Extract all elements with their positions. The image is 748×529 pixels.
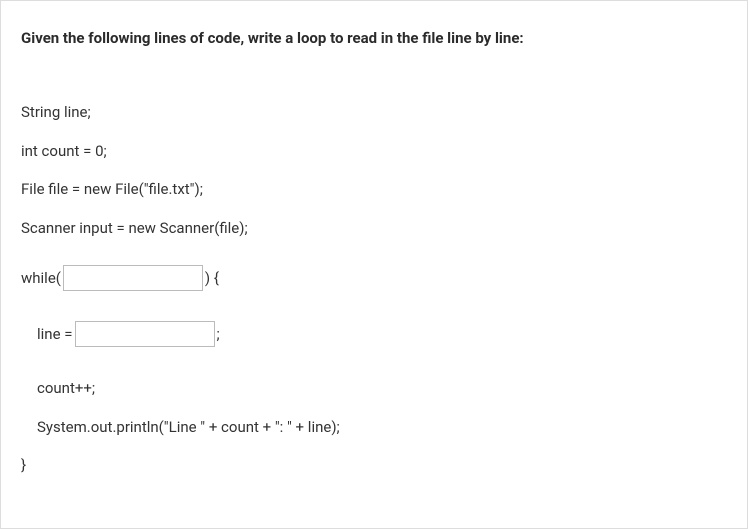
question-container: Given the following lines of code, write… <box>0 0 748 529</box>
blank-input-2[interactable] <box>75 321 215 347</box>
code-line-println: System.out.println("Line " + count + ": … <box>21 416 727 439</box>
code-line-3: File file = new File("file.txt"); <box>21 178 727 201</box>
assign-suffix: ; <box>217 323 220 346</box>
code-line-while: while( ) { <box>21 265 727 291</box>
code-line-close: } <box>21 454 727 477</box>
assign-prefix: line = <box>37 323 73 346</box>
code-line-count: count++; <box>21 377 727 400</box>
while-suffix: ) { <box>205 267 219 290</box>
code-line-1: String line; <box>21 101 727 124</box>
code-line-4: Scanner input = new Scanner(file); <box>21 217 727 240</box>
while-prefix: while( <box>21 267 61 290</box>
code-line-2: int count = 0; <box>21 140 727 163</box>
question-prompt: Given the following lines of code, write… <box>21 29 727 47</box>
blank-input-1[interactable] <box>63 265 203 291</box>
code-line-assign: line = ; <box>21 321 727 347</box>
